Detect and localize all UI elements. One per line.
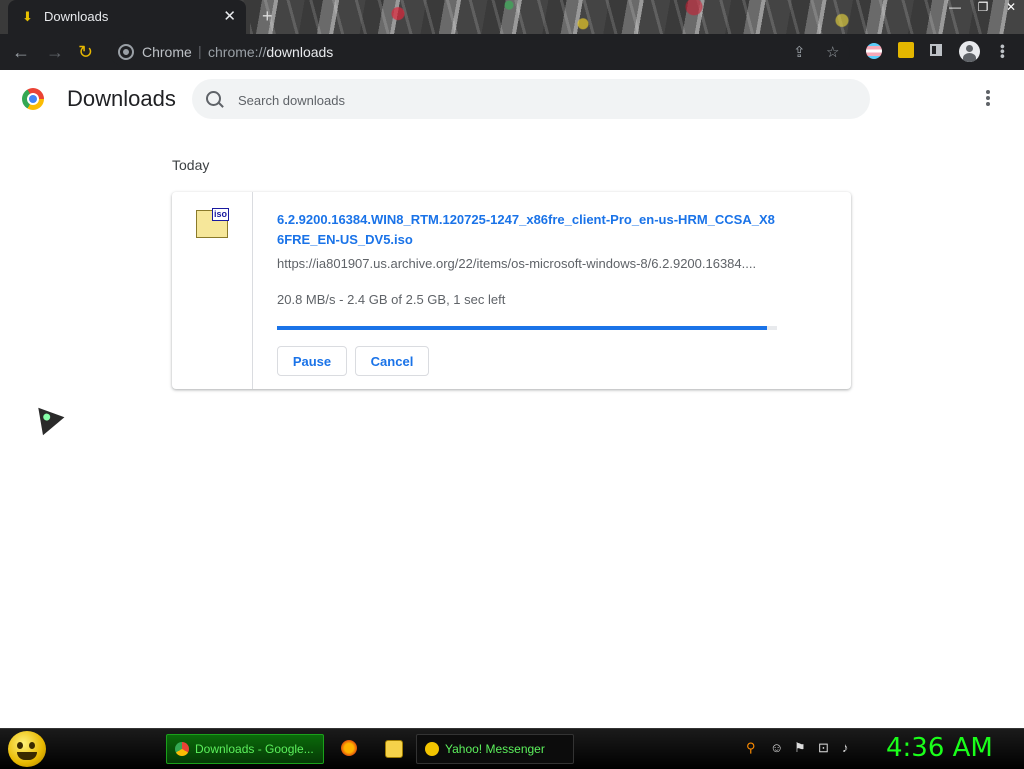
window-controls: — ❐ ✕ (948, 0, 1018, 14)
site-label: Chrome (142, 44, 192, 60)
url-prefix: chrome:// (208, 44, 267, 60)
downloads-page: Downloads Today iso 6.2.9200.16384.WIN8_… (0, 70, 1024, 728)
progress-fill (277, 326, 767, 330)
volume-tray-icon[interactable]: ♪ (842, 740, 849, 755)
pause-button[interactable]: Pause (277, 346, 347, 376)
firefox-icon[interactable] (341, 740, 357, 756)
yahoo-smiley-icon (425, 742, 439, 756)
task-chrome-downloads[interactable]: Downloads - Google... (166, 734, 324, 764)
folder-icon[interactable] (385, 740, 403, 758)
page-title: Downloads (67, 86, 176, 111)
download-item: iso 6.2.9200.16384.WIN8_RTM.120725-1247_… (172, 192, 851, 389)
more-actions-icon[interactable] (986, 90, 990, 108)
messenger-tray-icon[interactable]: ☺ (770, 740, 783, 755)
search-bar[interactable] (192, 79, 870, 119)
search-input[interactable] (236, 89, 840, 111)
search-icon (206, 91, 221, 106)
chrome-logo-icon (22, 88, 44, 110)
mouse-cursor-icon (27, 398, 65, 436)
bookmark-star-icon[interactable]: ☆ (826, 43, 839, 61)
download-tab-icon: ⬇ (22, 9, 33, 24)
file-name-link[interactable]: 6.2.9200.16384.WIN8_RTM.120725-1247_x86f… (277, 210, 777, 250)
side-panel-icon[interactable] (930, 44, 942, 56)
extensions-puzzle-icon[interactable] (898, 42, 914, 58)
download-progress-bar (277, 326, 777, 330)
network-tray-icon[interactable]: ⊡ (818, 740, 829, 756)
task-yahoo-label: Yahoo! Messenger (445, 742, 545, 756)
restore-icon[interactable]: ❐ (976, 0, 990, 14)
chrome-site-icon (118, 44, 134, 60)
search-tray-icon[interactable]: ⚲ (746, 740, 756, 756)
start-smiley-icon[interactable] (8, 731, 46, 767)
browser-menu-icon[interactable]: ••• (995, 44, 1011, 59)
back-icon[interactable]: ← (12, 42, 30, 62)
chrome-task-icon (175, 742, 189, 756)
file-source-url[interactable]: https://ia801907.us.archive.org/22/items… (277, 256, 777, 271)
new-tab-icon[interactable]: + (262, 6, 273, 27)
desktop-wallpaper (250, 0, 990, 34)
forward-icon[interactable]: → (46, 42, 64, 62)
tab-strip: ⬇ Downloads ✕ + — ❐ ✕ (0, 0, 1024, 34)
task-yahoo-messenger[interactable]: Yahoo! Messenger (416, 734, 574, 764)
file-icon-column: iso (172, 192, 253, 389)
tab-downloads[interactable]: ⬇ Downloads ✕ (8, 0, 246, 34)
extension-flag-icon[interactable] (866, 43, 882, 59)
share-icon[interactable]: ⇪ (793, 43, 806, 61)
omnibox-separator: | (198, 43, 202, 59)
url-host: downloads (266, 44, 334, 60)
task-chrome-label: Downloads - Google... (195, 742, 314, 756)
iso-file-icon: iso (196, 208, 229, 238)
address-bar[interactable]: Chrome | chrome://downloads (110, 38, 850, 66)
tab-title: Downloads (44, 9, 109, 24)
minimize-icon[interactable]: — (948, 0, 962, 14)
download-status: 20.8 MB/s - 2.4 GB of 2.5 GB, 1 sec left (277, 292, 506, 307)
iso-label: iso (211, 208, 229, 221)
reload-icon[interactable]: ↻ (78, 42, 93, 62)
flag-tray-icon[interactable]: ⚑ (794, 740, 806, 756)
cancel-button[interactable]: Cancel (355, 346, 429, 376)
window-close-icon[interactable]: ✕ (1004, 0, 1018, 14)
date-header: Today (172, 157, 210, 173)
taskbar: Downloads - Google... Yahoo! Messenger ⚲… (0, 728, 1024, 769)
tab-close-icon[interactable]: ✕ (223, 7, 236, 25)
profile-avatar[interactable] (959, 41, 980, 62)
taskbar-clock[interactable]: 4:36 AM (886, 733, 993, 763)
url-text[interactable]: chrome://downloads (208, 44, 333, 60)
